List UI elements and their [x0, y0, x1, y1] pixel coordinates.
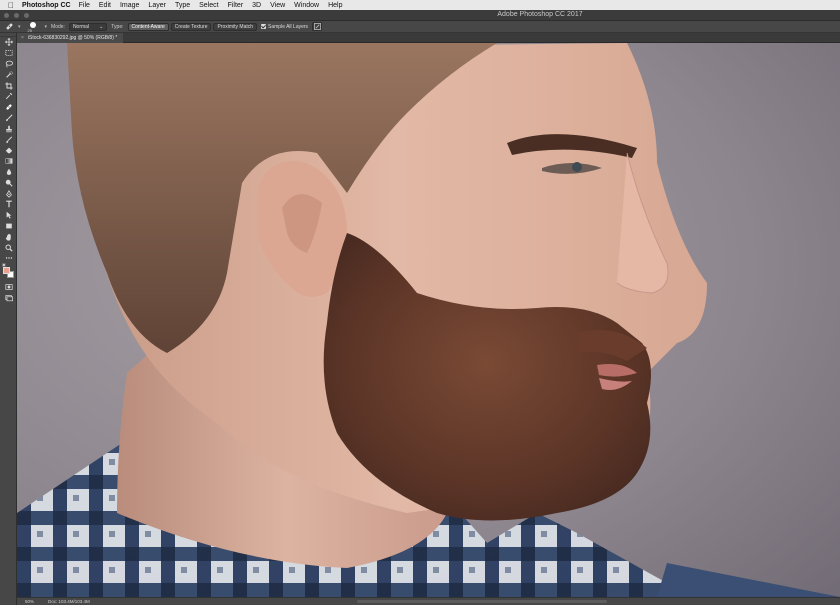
brush-size-picker[interactable]: 25 [25, 21, 41, 33]
quick-mask-icon[interactable] [0, 282, 17, 293]
menu-view[interactable]: View [270, 2, 285, 9]
clone-stamp-icon[interactable] [0, 123, 17, 134]
move-icon[interactable] [0, 37, 17, 48]
menu-filter[interactable]: Filter [228, 2, 244, 9]
pen-icon[interactable] [0, 188, 17, 199]
document-size-info[interactable]: Doc: 103.4M/103.4M [48, 599, 90, 604]
chevron-down-icon[interactable]: ▾ [45, 24, 48, 30]
window-title: Adobe Photoshop CC 2017 [497, 11, 583, 18]
brush-icon[interactable] [0, 113, 17, 124]
document-tab-bar: × iStock-636830292.jpg @ 50% (RGB/8) * [17, 33, 840, 43]
document-canvas[interactable] [17, 43, 840, 597]
foreground-color-swatch[interactable] [3, 266, 10, 274]
menu-select[interactable]: Select [199, 2, 218, 9]
lasso-icon[interactable] [0, 59, 17, 70]
menu-3d[interactable]: 3D [252, 2, 261, 9]
marquee-icon[interactable] [0, 48, 17, 59]
menu-edit[interactable]: Edit [99, 2, 111, 9]
history-brush-icon[interactable] [0, 134, 17, 145]
sample-all-layers-label: Sample All Layers [268, 23, 309, 30]
chevron-down-icon: ⌄ [99, 23, 104, 30]
gradient-icon[interactable] [0, 156, 17, 167]
color-swatches: ▣ [0, 262, 17, 282]
create-texture-button[interactable]: Create Texture [170, 22, 212, 31]
type-button-group: Content-Aware Create Texture Proximity M… [127, 22, 258, 31]
spot-healing-icon[interactable] [0, 102, 17, 113]
menu-type[interactable]: Type [175, 2, 190, 9]
content-aware-button[interactable]: Content-Aware [127, 22, 169, 31]
proximity-match-button[interactable]: Proximity Match [213, 22, 258, 31]
hand-icon[interactable] [0, 231, 17, 242]
horizontal-scrollbar[interactable] [357, 600, 607, 603]
brush-size-value: 25 [27, 27, 32, 33]
document-tab-title: iStock-636830292.jpg @ 50% (RGB/8) * [27, 35, 118, 41]
mode-select[interactable]: Normal ⌄ [68, 22, 108, 31]
type-label: Type: [111, 23, 124, 30]
screen-mode-icon[interactable] [0, 293, 17, 304]
menu-layer[interactable]: Layer [148, 2, 166, 9]
zoom-icon[interactable] [0, 242, 17, 253]
pressure-size-button[interactable] [312, 22, 323, 31]
quick-select-icon[interactable] [0, 69, 17, 80]
photo-image [17, 43, 840, 597]
blur-icon[interactable] [0, 167, 17, 178]
sample-all-layers-checkbox[interactable]: Sample All Layers [261, 24, 308, 30]
mode-value: Normal [72, 23, 90, 30]
zoom-level[interactable]: 50% [25, 599, 34, 604]
menu-app-name[interactable]: Photoshop CC [22, 2, 71, 9]
chevron-down-icon[interactable]: ▾ [18, 24, 21, 30]
window-title-bar: Adobe Photoshop CC 2017 [0, 10, 840, 21]
close-tab-icon[interactable]: × [21, 35, 24, 41]
menu-file[interactable]: File [79, 2, 90, 9]
checkbox-checked-icon [261, 24, 267, 29]
options-bar: ▾ 25 ▾ Mode: Normal ⌄ Type: Content-Awar… [0, 21, 840, 33]
type-icon[interactable] [0, 199, 17, 210]
shape-icon[interactable] [0, 221, 17, 232]
menu-image[interactable]: Image [120, 2, 139, 9]
dodge-icon[interactable] [0, 177, 17, 188]
pen-pressure-icon [313, 23, 321, 30]
menu-window[interactable]: Window [294, 2, 319, 9]
status-bar: 50% Doc: 103.4M/103.4M [17, 597, 840, 605]
mode-label: Mode: [51, 23, 65, 30]
path-select-icon[interactable] [0, 210, 17, 221]
apple-icon[interactable]:  [6, 1, 16, 10]
tools-panel: ▣ [0, 33, 17, 605]
menu-help[interactable]: Help [328, 2, 342, 9]
eraser-icon[interactable] [0, 145, 17, 156]
crop-icon[interactable] [0, 80, 17, 91]
menu-bar:  Photoshop CC File Edit Image Layer Typ… [0, 0, 840, 10]
current-tool-preset-icon[interactable] [4, 22, 14, 32]
eyedropper-icon[interactable] [0, 91, 17, 102]
document-tab[interactable]: × iStock-636830292.jpg @ 50% (RGB/8) * [17, 33, 124, 43]
